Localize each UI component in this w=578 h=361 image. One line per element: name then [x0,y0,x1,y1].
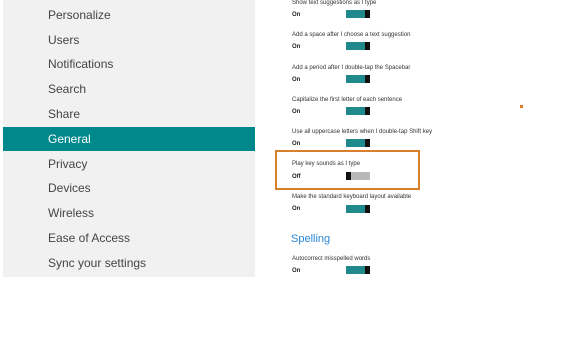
toggle-thumb [365,139,370,147]
setting-value-capitalize: On [292,109,301,115]
orange-marker-dot [520,105,523,108]
setting-label-text-suggestions: Show text suggestions as I type [292,0,377,6]
setting-label-add-space: Add a space after I choose a text sugges… [292,32,411,38]
sidebar-item-search[interactable]: Search [3,77,255,101]
toggle-autocorrect[interactable] [346,266,370,274]
highlight-box [275,150,420,190]
sidebar-item-ease-of-access[interactable]: Ease of Access [3,226,255,250]
toggle-add-space[interactable] [346,42,370,50]
toggle-thumb [365,10,370,18]
toggle-thumb [365,107,370,115]
sidebar-item-devices[interactable]: Devices [3,176,255,200]
toggle-thumb [365,205,370,213]
setting-value-autocorrect: On [292,268,301,274]
setting-value-key-sounds: Off [292,174,301,180]
toggle-key-sounds[interactable] [346,172,370,180]
section-heading-spelling: Spelling [291,233,331,245]
sidebar-item-sync-your-settings[interactable]: Sync your settings [3,251,255,275]
setting-value-add-space: On [292,44,301,50]
settings-sidebar: Personalize Users Notifications Search S… [3,0,255,277]
setting-label-capitalize: Capitalize the first letter of each sent… [292,97,403,103]
toggle-add-period[interactable] [346,75,370,83]
setting-label-key-sounds: Play key sounds as I type [292,161,361,167]
setting-label-autocorrect: Autocorrect misspelled words [292,256,371,262]
toggle-thumb [365,75,370,83]
setting-label-add-period: Add a period after I double-tap the Spac… [292,65,411,71]
toggle-thumb [365,42,370,50]
toggle-thumb [346,172,351,180]
setting-label-uppercase: Use all uppercase letters when I double-… [292,129,433,135]
toggle-uppercase[interactable] [346,139,370,147]
setting-value-add-period: On [292,77,301,83]
setting-value-standard-layout: On [292,206,301,212]
sidebar-item-share[interactable]: Share [3,102,255,126]
sidebar-item-general[interactable]: General [3,127,255,151]
toggle-capitalize[interactable] [346,107,370,115]
sidebar-item-notifications[interactable]: Notifications [3,52,255,76]
setting-value-uppercase: On [292,141,301,147]
setting-label-standard-layout: Make the standard keyboard layout availa… [292,194,412,200]
sidebar-item-wireless[interactable]: Wireless [3,201,255,225]
setting-value-text-suggestions: On [292,12,301,18]
sidebar-item-privacy[interactable]: Privacy [3,152,255,176]
toggle-text-suggestions[interactable] [346,10,370,18]
toggle-standard-layout[interactable] [346,205,370,213]
sidebar-item-users[interactable]: Users [3,28,255,52]
toggle-thumb [365,266,370,274]
sidebar-item-personalize[interactable]: Personalize [3,3,255,27]
